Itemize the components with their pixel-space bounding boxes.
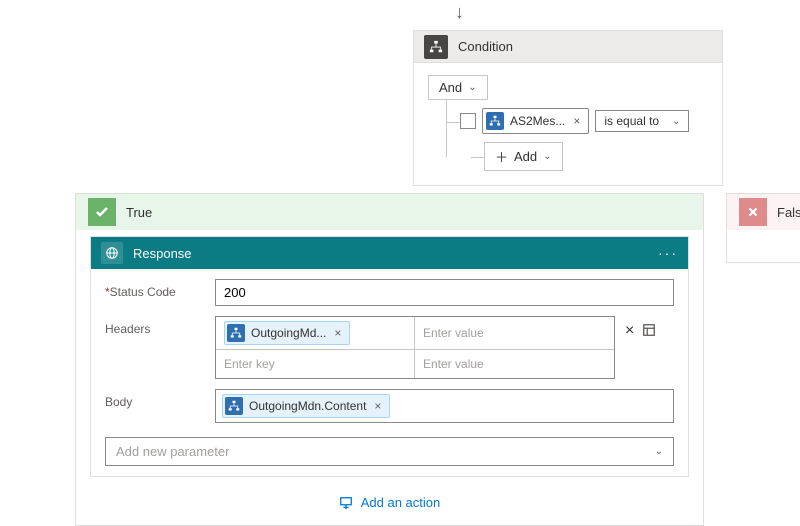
- response-header[interactable]: Response ···: [91, 237, 688, 269]
- chevron-down-icon: ⌄: [672, 116, 680, 127]
- headers-table: OutgoingMd... × Enter value Enter key En…: [215, 316, 615, 379]
- status-code-label: *Status Code: [105, 279, 215, 299]
- false-branch-card: False: [726, 193, 800, 263]
- x-icon: [739, 198, 767, 226]
- switch-mode-icon[interactable]: [642, 323, 656, 340]
- body-token[interactable]: OutgoingMdn.Content ×: [222, 394, 390, 418]
- true-branch-card: True Response ··· *Status Code Headers: [75, 193, 704, 526]
- header-key-empty[interactable]: Enter key: [216, 350, 415, 378]
- logic-operator-dropdown[interactable]: And ⌄: [428, 75, 488, 100]
- row-checkbox[interactable]: [460, 113, 476, 129]
- condition-row: AS2Mes... × is equal to ⌄: [460, 108, 710, 134]
- add-action-button[interactable]: Add an action: [339, 495, 441, 510]
- token-remove-icon[interactable]: ×: [571, 114, 582, 128]
- delete-row-icon[interactable]: ×: [625, 322, 634, 340]
- token-icon: [486, 112, 504, 130]
- header-value-empty[interactable]: Enter value: [415, 350, 614, 378]
- add-action-icon: [339, 496, 353, 510]
- chevron-down-icon: ⌄: [468, 82, 476, 93]
- condition-icon: [424, 35, 448, 59]
- globe-icon: [101, 242, 123, 264]
- more-menu-icon[interactable]: ···: [658, 245, 678, 261]
- true-branch-header[interactable]: True: [76, 194, 703, 230]
- token-remove-icon[interactable]: ×: [332, 326, 343, 340]
- false-label: False: [777, 205, 800, 220]
- operator-dropdown[interactable]: is equal to ⌄: [595, 110, 689, 132]
- header-value-cell[interactable]: Enter value: [415, 317, 614, 350]
- false-branch-header[interactable]: False: [727, 194, 800, 230]
- true-label: True: [126, 205, 152, 220]
- check-icon: [88, 198, 116, 226]
- token-remove-icon[interactable]: ×: [372, 399, 383, 413]
- add-condition-button[interactable]: ＋ Add ⌄: [484, 142, 563, 171]
- response-action-card: Response ··· *Status Code Headers: [90, 236, 689, 477]
- chevron-down-icon: ⌄: [655, 446, 663, 457]
- flow-arrow-down: ↓: [455, 2, 464, 23]
- chevron-down-icon: ⌄: [543, 151, 551, 162]
- header-key-cell[interactable]: OutgoingMd... ×: [216, 317, 415, 350]
- headers-label: Headers: [105, 316, 215, 336]
- condition-card: Condition And ⌄ AS2Mes... × is equal to …: [413, 30, 723, 186]
- condition-header[interactable]: Condition: [414, 31, 722, 63]
- plus-icon: ＋: [495, 147, 508, 166]
- add-parameter-dropdown[interactable]: Add new parameter ⌄: [105, 437, 674, 466]
- condition-title: Condition: [458, 39, 513, 54]
- condition-value-token[interactable]: AS2Mes... ×: [482, 108, 589, 134]
- token-icon: [227, 324, 245, 342]
- body-input[interactable]: OutgoingMdn.Content ×: [215, 389, 674, 423]
- body-label: Body: [105, 389, 215, 409]
- status-code-input[interactable]: [215, 279, 674, 306]
- token-icon: [225, 397, 243, 415]
- response-title: Response: [133, 246, 192, 261]
- header-key-token[interactable]: OutgoingMd... ×: [224, 321, 350, 345]
